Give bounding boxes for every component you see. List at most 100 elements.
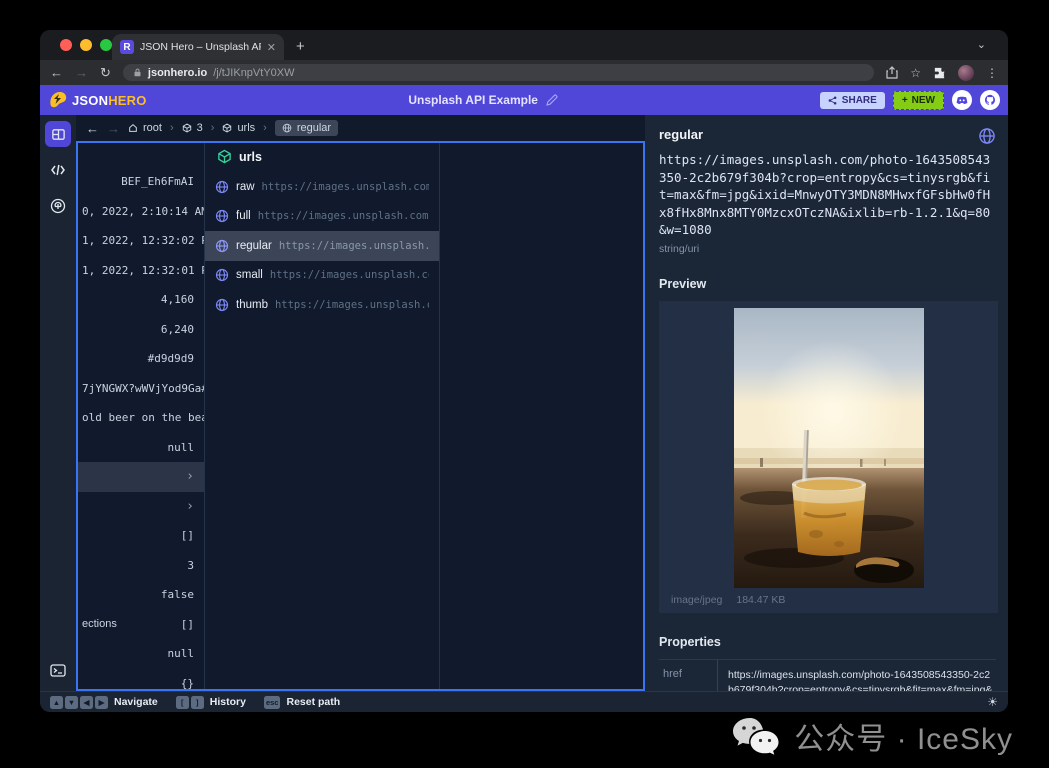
discord-icon	[956, 96, 968, 105]
maximize-window-button[interactable]	[100, 39, 112, 51]
editor-view-button[interactable]	[45, 157, 71, 183]
tab-close-icon[interactable]: ✕	[267, 41, 276, 54]
browser-menu-icon[interactable]: ⋮	[986, 66, 998, 80]
properties-heading: Properties	[659, 635, 996, 649]
url-domain: jsonhero.io	[148, 67, 207, 79]
tree-icon	[50, 198, 66, 214]
bookmark-star-icon[interactable]: ☆	[910, 66, 921, 80]
json-row[interactable]: 1, 2022, 12:32:02 PM…	[76, 226, 204, 256]
terminal-icon	[50, 664, 66, 677]
discord-button[interactable]	[952, 90, 972, 110]
app-body: ← → root ›	[40, 115, 1008, 691]
github-button[interactable]	[980, 90, 1000, 110]
property-value[interactable]: https://images.unsplash.com/photo-164350…	[717, 660, 996, 692]
breadcrumb-item-regular[interactable]: regular	[275, 120, 338, 136]
browser-window: R JSON Hero – Unsplash API Exa ✕ + ⌄ ← →…	[40, 30, 1008, 712]
jsonhero-logo-icon	[48, 90, 68, 110]
breadcrumb-item-urls[interactable]: urls	[222, 122, 255, 134]
detail-title: regular	[659, 127, 703, 142]
object-cube-icon	[217, 149, 232, 164]
breadcrumb-item-3[interactable]: 3	[182, 122, 203, 134]
detail-panel: regular https://images.unsplash.com/phot…	[645, 115, 1008, 691]
app-footer: ▲▼◀▶ Navigate [] History esc Reset path …	[40, 691, 1008, 712]
urls-column-header: urls	[205, 141, 439, 172]
json-row[interactable]: old beer on the beach	[76, 403, 204, 433]
tab-search-chevron-icon[interactable]: ⌄	[977, 38, 986, 51]
json-row[interactable]: BEF_Eh6FmAI	[76, 167, 204, 197]
url-item-small[interactable]: smallhttps://images.unsplash.com/p…	[205, 261, 439, 291]
json-row[interactable]: null	[76, 639, 204, 669]
json-row[interactable]: 6,240	[76, 315, 204, 345]
url-item-regular-selected[interactable]: regularhttps://images.unsplash.com…	[205, 231, 439, 261]
globe-icon	[215, 180, 229, 194]
url-item-raw[interactable]: rawhttps://images.unsplash.com/ph…	[205, 172, 439, 202]
address-bar[interactable]: jsonhero.io/j/tJIKnpVtY0XW	[123, 64, 874, 81]
json-row[interactable]: ›	[76, 492, 204, 522]
json-row[interactable]: 4,160	[76, 285, 204, 315]
json-row[interactable]: 0, 2022, 2:10:14 AM …	[76, 197, 204, 227]
json-row[interactable]: null	[76, 433, 204, 463]
path-back-icon[interactable]: ←	[86, 121, 99, 136]
screenshot-background: R JSON Hero – Unsplash API Exa ✕ + ⌄ ← →…	[0, 0, 1049, 768]
preview-heading: Preview	[659, 277, 996, 291]
breadcrumb-separator: ›	[211, 122, 215, 134]
lock-icon	[133, 68, 142, 77]
json-row[interactable]: #d9d9d9	[76, 344, 204, 374]
history-hint: [] History	[176, 696, 246, 709]
back-button[interactable]: ←	[50, 66, 63, 79]
globe-icon	[978, 127, 996, 145]
breadcrumb-item-root[interactable]: root	[128, 122, 162, 134]
column-view: BEF_Eh6FmAI 0, 2022, 2:10:14 AM … 1, 202…	[76, 141, 645, 691]
navigate-hint: ▲▼◀▶ Navigate	[50, 696, 158, 709]
breadcrumb-separator: ›	[263, 122, 267, 134]
breadcrumb: ← → root ›	[76, 115, 645, 141]
json-row[interactable]: 1, 2022, 12:32:01 P…	[76, 256, 204, 286]
column-view-button[interactable]	[45, 121, 71, 147]
jsonhero-logo[interactable]: JSONHERO	[48, 90, 147, 110]
share-button[interactable]: SHARE	[820, 92, 885, 109]
json-row[interactable]: ections[]	[76, 610, 204, 640]
json-row[interactable]: 7jYNGWX?wWVjYod9Ga#o…	[76, 374, 204, 404]
json-row[interactable]: false	[76, 580, 204, 610]
json-row[interactable]: []	[76, 521, 204, 551]
tree-view-button[interactable]	[45, 193, 71, 219]
extensions-puzzle-icon[interactable]	[933, 66, 946, 79]
app-header: JSONHERO Unsplash API Example SHARE	[40, 85, 1008, 115]
detail-value-url[interactable]: https://images.unsplash.com/photo-164350…	[659, 151, 994, 239]
preview-mime: image/jpeg	[671, 594, 722, 606]
url-item-thumb[interactable]: thumbhttps://images.unsplash.com/…	[205, 290, 439, 320]
minimize-window-button[interactable]	[80, 39, 92, 51]
property-key: href	[659, 660, 717, 692]
new-tab-button[interactable]: +	[296, 38, 305, 55]
reload-button[interactable]: ↻	[100, 66, 111, 79]
terminal-button[interactable]	[45, 657, 71, 683]
profile-avatar[interactable]	[958, 65, 974, 81]
globe-icon	[215, 239, 229, 253]
preview-image[interactable]	[734, 308, 924, 588]
path-forward-icon[interactable]: →	[107, 121, 120, 136]
logo-text: JSONHERO	[72, 93, 147, 108]
traffic-lights	[60, 39, 112, 51]
url-item-full[interactable]: fullhttps://images.unsplash.com/ph…	[205, 202, 439, 232]
preview-size: 184.47 KB	[736, 594, 785, 606]
url-path: /j/tJIKnpVtY0XW	[213, 67, 294, 79]
properties-table: href https://images.unsplash.com/photo-1…	[659, 659, 996, 692]
share-page-icon[interactable]	[886, 66, 898, 79]
json-row[interactable]: {}	[76, 669, 204, 692]
json-row[interactable]: 3	[76, 551, 204, 581]
json-row-urls-selected[interactable]: ›	[76, 462, 204, 492]
column-view-icon	[51, 127, 66, 142]
new-document-button[interactable]: + NEW	[893, 91, 944, 110]
breadcrumb-separator: ›	[170, 122, 174, 134]
bracket-keys-icon: []	[176, 696, 204, 709]
jsonhero-favicon-icon: R	[120, 40, 134, 54]
edit-title-icon[interactable]	[546, 94, 558, 106]
browser-toolbar: ← → ↻ jsonhero.io/j/tJIKnpVtY0XW ☆	[40, 60, 1008, 85]
browser-tab[interactable]: R JSON Hero – Unsplash API Exa ✕	[112, 34, 284, 60]
theme-toggle-sun-icon[interactable]: ☀	[987, 695, 998, 709]
forward-button[interactable]: →	[75, 66, 88, 79]
watermark-text: 公众号 · IceSky	[794, 714, 1013, 758]
close-window-button[interactable]	[60, 39, 72, 51]
object-cube-icon	[222, 123, 232, 133]
object-cube-icon	[182, 123, 192, 133]
